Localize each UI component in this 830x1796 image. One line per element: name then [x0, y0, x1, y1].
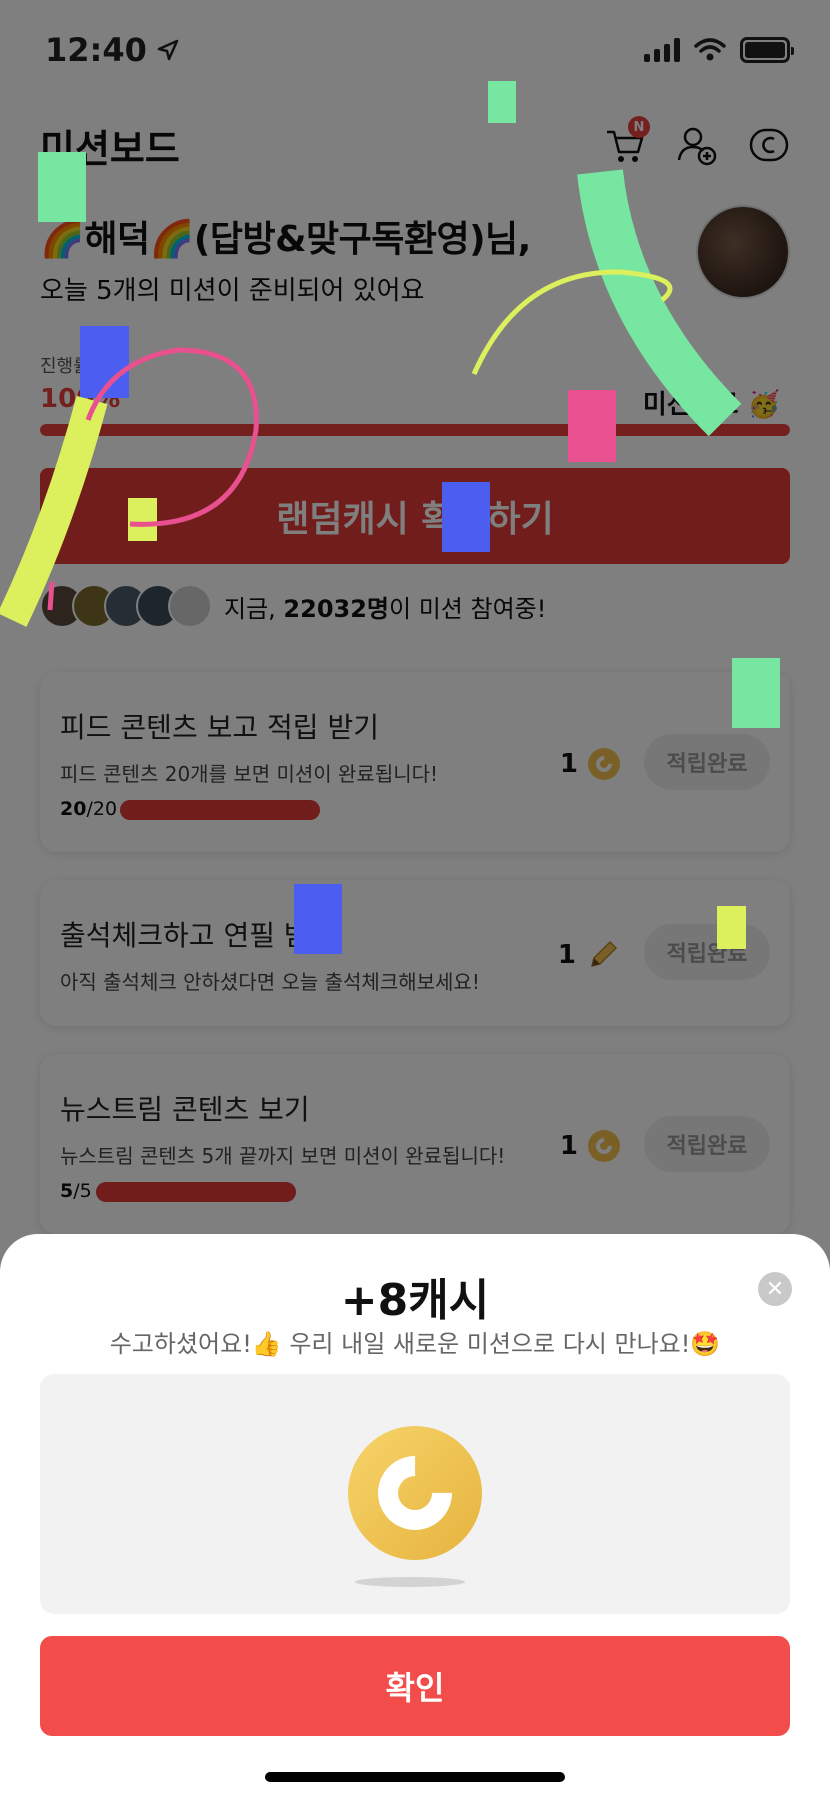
close-button[interactable]: ✕: [758, 1272, 792, 1306]
coin-icon: [348, 1426, 482, 1560]
status-time: 12:40: [45, 31, 179, 69]
reward-amount: +8캐시: [340, 1275, 490, 1326]
status-bar: 12:40: [0, 0, 830, 100]
coin-shadow: [355, 1577, 465, 1587]
wifi-icon: [694, 38, 726, 61]
reward-message: 수고하셨어요!👍 우리 내일 새로운 미션으로 다시 만나요!🤩: [109, 1330, 721, 1358]
coin-panel: [40, 1374, 790, 1614]
confetti-ribbons: [0, 169, 742, 627]
signal-icon: [644, 38, 680, 62]
reward-sheet: +8캐시 ✕ 수고하셨어요!👍 우리 내일 새로운 미션으로 다시 만나요!🤩 …: [0, 1234, 830, 1796]
close-icon: ✕: [765, 1276, 785, 1301]
battery-icon: [740, 37, 794, 63]
home-indicator[interactable]: [265, 1772, 565, 1782]
time-text: 12:40: [45, 31, 147, 69]
confirm-button[interactable]: 확인: [40, 1636, 790, 1736]
confetti-piece: [717, 906, 746, 949]
location-arrow-icon: [157, 39, 179, 61]
confetti-piece: [294, 884, 342, 954]
